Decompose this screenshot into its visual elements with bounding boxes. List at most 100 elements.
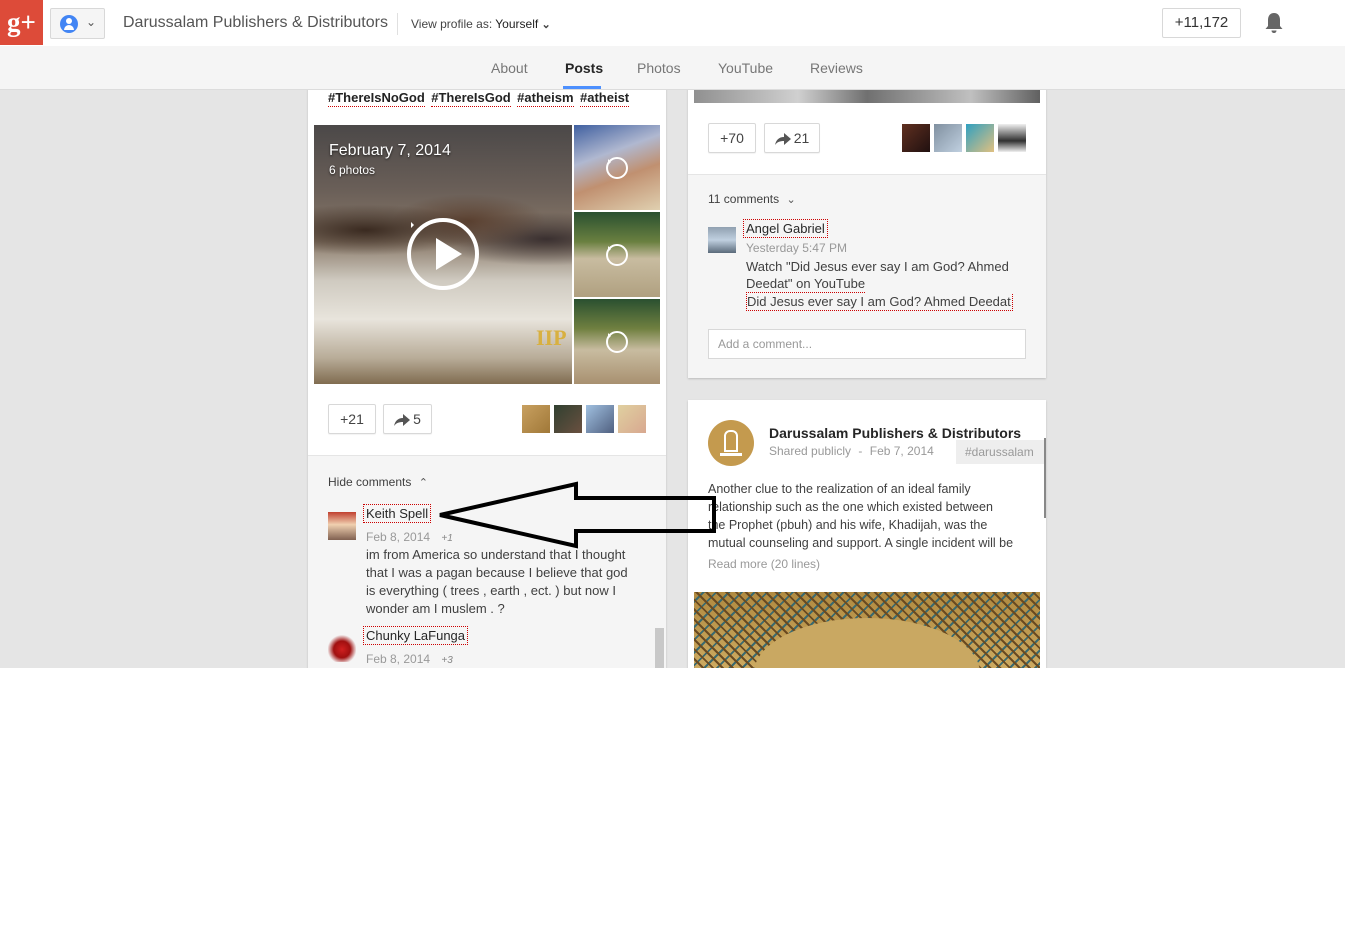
visibility-label[interactable]: Shared publicly xyxy=(769,444,851,458)
avatar[interactable] xyxy=(618,405,646,433)
comment-avatar[interactable] xyxy=(328,634,356,662)
avatar[interactable] xyxy=(586,405,614,433)
comment-author[interactable]: Keith Spell xyxy=(363,504,432,523)
share-count: 21 xyxy=(793,130,810,146)
post-tag-label: #darussalam xyxy=(965,445,1034,459)
album-thumb-1[interactable] xyxy=(574,125,660,210)
plus-one-count-button[interactable]: +11,172 xyxy=(1162,8,1241,38)
hide-comments-toggle[interactable]: Hide comments ⌃ xyxy=(328,475,428,489)
author-avatar[interactable] xyxy=(708,420,754,466)
post-date[interactable]: Feb 7, 2014 xyxy=(870,444,934,458)
tab-photos[interactable]: Photos xyxy=(637,60,681,76)
arrow-annotation xyxy=(439,481,716,549)
comment-author[interactable]: Chunky LaFunga xyxy=(363,626,469,645)
plus-one-button[interactable]: +21 xyxy=(328,404,376,434)
hide-comments-label: Hide comments xyxy=(328,475,412,489)
album-thumb-3[interactable] xyxy=(574,299,660,384)
comment-text-line: Deedat" on YouTube xyxy=(746,276,866,293)
divider xyxy=(397,13,398,35)
hashtag-link[interactable]: #ThereIsNoGod xyxy=(328,90,425,107)
notifications-bell-icon[interactable] xyxy=(1264,12,1284,34)
comment-author-name[interactable]: Chunky LaFunga xyxy=(363,626,469,645)
google-plus-logo[interactable]: g+ xyxy=(0,0,43,45)
post-meta: Shared publicly - Feb 7, 2014 xyxy=(769,444,934,458)
logo-base xyxy=(720,453,742,456)
avatar[interactable] xyxy=(934,124,962,152)
chevron-up-icon: ⌃ xyxy=(418,477,428,489)
comment-date-text[interactable]: Feb 8, 2014 xyxy=(366,530,430,544)
avatar[interactable] xyxy=(998,124,1026,152)
chevron-down-icon: ⌄ xyxy=(541,19,551,31)
post-image-strip[interactable] xyxy=(694,90,1040,103)
album-date: February 7, 2014 xyxy=(329,142,451,159)
hashtag-link[interactable]: #atheist xyxy=(580,90,630,107)
comment-youtube-link[interactable]: Did Jesus ever say I am God? Ahmed Deeda… xyxy=(746,294,1013,311)
chevron-down-icon: ⌄ xyxy=(786,194,796,206)
post-tag-chip[interactable]: #darussalam xyxy=(956,440,1046,464)
tab-youtube[interactable]: YouTube xyxy=(718,60,773,76)
comments-count-toggle[interactable]: 11 comments ⌄ xyxy=(708,192,796,206)
account-icon xyxy=(60,15,78,33)
avatar[interactable] xyxy=(554,405,582,433)
comment-avatar[interactable] xyxy=(328,512,356,540)
share-icon xyxy=(394,413,411,426)
comment-time[interactable]: Yesterday 5:47 PM xyxy=(746,241,847,255)
post-author-name[interactable]: Darussalam Publishers & Distributors xyxy=(769,425,1021,441)
post-card-right-bottom: Darussalam Publishers & Distributors Sha… xyxy=(688,400,1046,668)
album-thumb-2[interactable] xyxy=(574,212,660,297)
hashtag-row: #ThereIsNoGod #ThereIsGod #atheism #athe… xyxy=(328,89,630,107)
share-icon xyxy=(774,132,791,145)
add-comment-input[interactable]: Add a comment... xyxy=(708,329,1026,359)
hashtag-link[interactable]: #atheism xyxy=(517,90,574,107)
top-bar: g+ ⌄ Darussalam Publishers & Distributor… xyxy=(0,0,1345,47)
read-more-link[interactable]: Read more (20 lines) xyxy=(708,557,820,571)
hashtag-link[interactable]: #ThereIsGod xyxy=(431,90,511,107)
tag-scrollbar[interactable] xyxy=(1044,438,1046,518)
post-body-line: mutual counseling and support. A single … xyxy=(708,536,1014,550)
play-triangle xyxy=(436,238,462,270)
comment-author-name[interactable]: Keith Spell xyxy=(363,504,432,523)
avatar[interactable] xyxy=(902,124,930,152)
post-body-line: Another clue to the realization of an id… xyxy=(708,482,971,496)
comments-scrollbar[interactable] xyxy=(655,628,664,668)
comment-author[interactable]: Angel Gabriel xyxy=(743,219,828,238)
comment-author-name[interactable]: Angel Gabriel xyxy=(743,219,828,238)
plus-one-button[interactable]: +70 xyxy=(708,123,756,153)
comment-plus-count: +3 xyxy=(441,655,453,666)
ornate-arch xyxy=(754,618,980,668)
share-count: 5 xyxy=(413,411,421,427)
comment-text-line: Watch "Did Jesus ever say I am God? Ahme… xyxy=(746,259,1009,274)
add-comment-placeholder: Add a comment... xyxy=(718,337,813,351)
post-body-line: the Prophet (pbuh) and his wife, Khadija… xyxy=(708,518,988,532)
album-photo-count: 6 photos xyxy=(329,163,376,177)
album-main-photo[interactable]: February 7, 2014 6 photos IIP xyxy=(314,125,572,384)
tab-posts[interactable]: Posts xyxy=(565,60,603,76)
comments-count-label: 11 comments xyxy=(708,192,780,206)
comment-date-text[interactable]: Feb 8, 2014 xyxy=(366,652,430,666)
post-card-left: #ThereIsNoGod #ThereIsGod #atheism #athe… xyxy=(308,60,666,668)
share-button[interactable]: 5 xyxy=(383,404,432,434)
tab-about[interactable]: About xyxy=(491,60,528,76)
view-profile-as-dropdown[interactable]: View profile as: Yourself ⌄ xyxy=(411,17,551,31)
play-icon xyxy=(606,157,628,179)
chevron-down-icon: ⌄ xyxy=(86,15,97,29)
comment-avatar[interactable] xyxy=(708,227,736,253)
meta-separator: - xyxy=(858,444,863,458)
darussalam-logo-icon xyxy=(724,430,738,452)
post-ornate-image[interactable] xyxy=(694,592,1040,668)
iipc-logo: IIP xyxy=(536,325,567,350)
account-switcher[interactable]: ⌄ xyxy=(50,8,105,39)
tab-reviews[interactable]: Reviews xyxy=(810,60,863,76)
avatar[interactable] xyxy=(522,405,550,433)
share-button[interactable]: 21 xyxy=(764,123,820,153)
comment-text: im from America so understand that I tho… xyxy=(366,547,628,616)
play-icon xyxy=(606,244,628,266)
comment-date: Feb 8, 2014 +3 xyxy=(366,652,453,666)
comments-section: 11 comments ⌄ Angel Gabriel Yesterday 5:… xyxy=(688,174,1046,378)
active-tab-indicator xyxy=(563,86,601,89)
post-body-line: relationship such as the one which exist… xyxy=(708,500,993,514)
page-viewport: #ThereIsNoGod #ThereIsGod #atheism #athe… xyxy=(0,0,1345,668)
post-card-right-top: +70 21 11 comments ⌄ Angel Gabriel Yeste… xyxy=(688,60,1046,378)
play-icon xyxy=(606,331,628,353)
avatar[interactable] xyxy=(966,124,994,152)
